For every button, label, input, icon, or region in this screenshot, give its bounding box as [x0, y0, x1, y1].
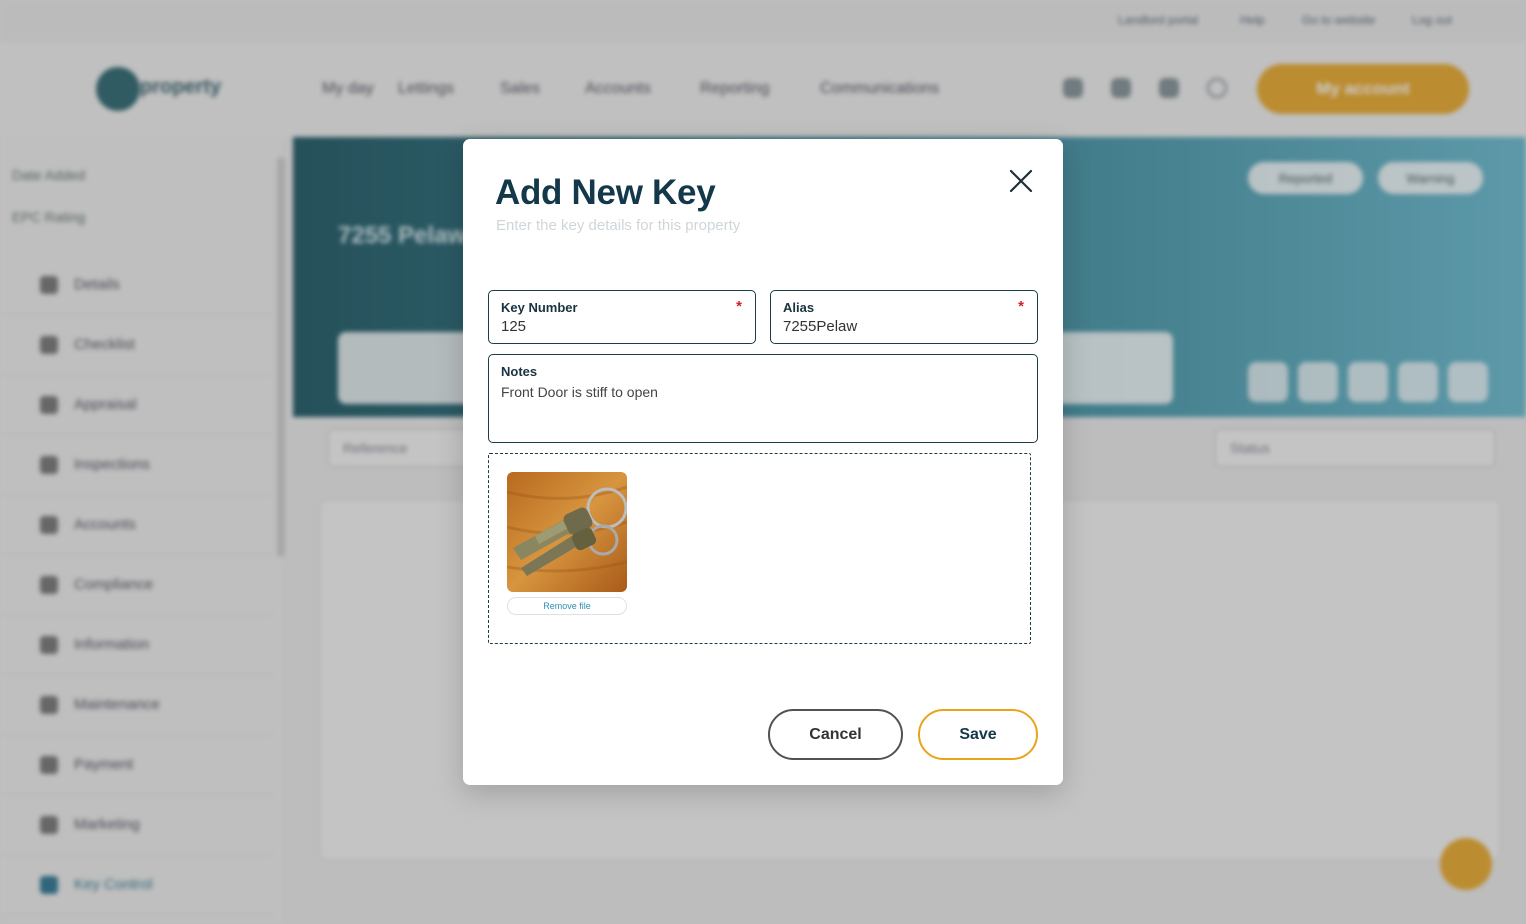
modal-subtitle: Enter the key details for this property	[496, 217, 741, 234]
save-button[interactable]: Save	[918, 709, 1038, 760]
remove-file-button[interactable]: Remove file	[507, 597, 627, 615]
key-number-input[interactable]	[501, 318, 731, 335]
notes-textarea[interactable]: Front Door is stiff to open	[501, 384, 1025, 434]
add-new-key-modal: Add New Key Enter the key details for th…	[463, 139, 1063, 785]
alias-input[interactable]	[783, 318, 1013, 335]
file-dropzone[interactable]: Remove file	[488, 453, 1031, 644]
required-asterisk: *	[736, 298, 742, 315]
key-photo-thumbnail	[507, 472, 627, 592]
required-asterisk: *	[1018, 298, 1024, 315]
cancel-button[interactable]: Cancel	[768, 709, 903, 760]
alias-label: Alias	[783, 300, 815, 315]
alias-field: Alias *	[770, 290, 1038, 344]
notes-field: Notes Front Door is stiff to open	[488, 354, 1038, 443]
modal-title: Add New Key	[495, 173, 716, 212]
key-number-field: Key Number *	[488, 290, 756, 344]
key-photo	[507, 472, 627, 592]
key-number-label: Key Number	[501, 300, 578, 315]
close-icon[interactable]	[1003, 164, 1039, 200]
notes-label: Notes	[501, 364, 538, 379]
